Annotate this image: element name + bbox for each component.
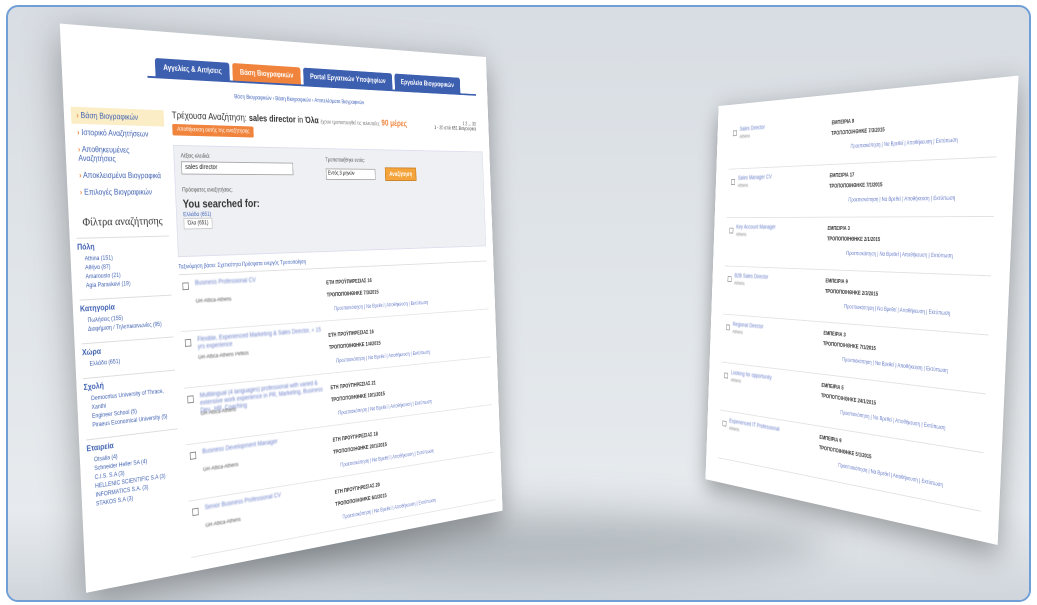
result-modified: ΤΡΟΠΟΠΟΙΗΘΗΚΕ 2/1/2015 [827,237,880,243]
result-location: Athens [739,134,750,140]
result-modified: ΤΡΟΠΟΠΟΙΗΘΗΚΕ 7/1/2015 [823,342,876,352]
pager: 1 2 ... 33 1 - 20 από 651 Βιογραφικά [434,121,476,132]
in-label: in [297,115,303,125]
result-checkbox[interactable] [726,324,730,330]
result-count: 1 - 20 από 651 Βιογραφικά [434,126,476,132]
result-checkbox[interactable] [182,282,189,290]
back-results-list: Sales Director Athens ΕΜΠΕΙΡΙΑ 9 ΤΡΟΠΟΠΟΙΗΘ… [718,97,999,511]
sidebar: › Βάση Βιογραφικών › Ιστορικό Αναζητήσεω… [71,107,181,511]
results-page-back: Sales Director Athens ΕΜΠΕΙΡΙΑ 9 ΤΡΟΠΟΠΟΙΗΘ… [705,76,1018,545]
keywords-input[interactable]: sales director [181,161,294,175]
result-title[interactable]: B2B Sales Director [734,273,768,280]
result-checkbox[interactable] [724,372,728,378]
result-years: ΕΜΠΕΙΡΙΑ 17 [829,173,854,179]
result-title[interactable]: Business Professional CV [195,274,320,287]
result-meta: ΕΤΗ ΠΡΟΫΠΗΡΕΣΙΑΣ 16 ΤΡΟΠΟΠΟΙΗΘΗΚΕ 7/3/201… [326,275,379,302]
result-title[interactable]: Flexible, Experienced Marketing & Sales … [197,327,322,352]
result-meta: ΕΤΗ ΠΡΟΫΠΗΡΕΣΙΑΣ 20 ΤΡΟΠΟΠΟΙΗΘΗΚΕ 6/1/201… [335,478,387,511]
result-title[interactable]: Sales Manager CV [738,174,772,181]
current-search-label: Τρέχουσα Αναζήτηση: [172,111,247,124]
screenshot-frame: Sales Director Athens ΕΜΠΕΙΡΙΑ 9 ΤΡΟΠΟΠΟΙΗΘ… [6,5,1031,602]
result-modified: ΤΡΟΠΟΠΟΙΗΘΗΚΕ 2/3/2015 [825,289,878,297]
filter-group-title[interactable]: Πόλη [77,236,170,252]
results-list: Business Professional CV GR-Attica-Athens… [179,261,496,557]
result-years: ΕΜΠΕΙΡΙΑ 3 [827,226,850,231]
sidebar-item-label: Επιλογές Βιογραφικών [84,188,152,197]
filter-group-title[interactable]: Κατηγορία [80,295,173,314]
filter-groups: Πόλη Athina (151) Αθήνα (87) Amarousio (21)… [77,236,181,511]
result-actions[interactable]: Προεπισκόπηση | Να Βρεθεί | Αποθήκευση |… [848,196,955,203]
result-checkbox[interactable] [731,179,735,185]
result-modified: ΤΡΟΠΟΠΟΙΗΘΗΚΕ 7/3/2015 [327,287,379,302]
filters-title: Φίλτρα αναζήτησης [76,214,169,230]
result-actions[interactable]: Προεπισκόπηση | Να Βρεθεί | Αποθήκευση |… [844,305,950,318]
result-location: GR-Attica-Athens [205,517,241,529]
result-location: GR-Attica-Athens [203,462,239,473]
result-meta: ΕΤΗ ΠΡΟΫΠΗΡΕΣΙΑΣ 16 ΤΡΟΠΟΠΟΙΗΘΗΚΕ 1/4/201… [328,326,381,355]
result-years: ΕΜΠΕΙΡΙΑ 9 [819,435,841,444]
result-actions[interactable]: Προεπισκόπηση | Να Βρεθεί | Αποθήκευση |… [334,301,428,312]
result-modified: ΤΡΟΠΟΠΟΙΗΘΗΚΕ 7/3/2015 [831,128,885,137]
result-location: GR-Attica-Athens Pefkos [198,351,249,361]
breadcrumb[interactable]: Βάση Βιογραφικών › Βάση Βιογραφικών › Απ… [234,95,364,106]
search-panel: Λέξεις κλειδιά: sales director Τροποποιή… [173,145,486,257]
count-tab-greece[interactable]: Ελλάδα (651) [183,209,480,219]
result-checkbox[interactable] [185,339,192,347]
result-checkbox[interactable] [729,228,733,234]
sidebar-item-label: Αποθηκευμένες Αναζητήσεις [78,145,129,163]
period-text: έχουν τροποποιηθεί τις τελευταίες [321,120,380,127]
result-location: GR-Attica-Athens [196,297,232,305]
result-checkbox[interactable] [728,276,732,282]
result-years: ΕΜΠΕΙΡΙΑ 9 [831,119,854,126]
result-checkbox[interactable] [187,395,194,403]
result-meta: ΕΤΗ ΠΡΟΫΠΗΡΕΣΙΑΣ 21 ΤΡΟΠΟΠΟΙΗΘΗΚΕ 19/1/20… [330,377,385,407]
result-years: ΕΜΠΕΙΡΙΑ 5 [821,383,843,391]
result-modified: ΤΡΟΠΟΠΟΙΗΘΗΚΕ 7/1/2015 [829,183,882,190]
result-title[interactable]: Sales Director [740,125,765,133]
result-years: ΕΜΠΕΙΡΙΑ 3 [823,331,845,338]
result-title[interactable]: Regional Director [733,322,764,330]
result-location: Athens [738,183,749,188]
result-checkbox[interactable] [722,420,726,426]
count-tab-all[interactable]: Όλα (651) [183,218,212,230]
result-actions[interactable]: Προεπισκόπηση | Να Βρεθεί | Αποθήκευση |… [846,251,953,259]
results-page-front: Αγγελίες & Αιτήσεις Βάση Βιογραφικών Por… [60,24,503,593]
result-title[interactable]: Key Account Manager [736,225,776,231]
result-actions[interactable]: Προεπισκόπηση | Να Βρεθεί | Αποθήκευση |… [840,410,946,431]
save-search-button[interactable]: Αποθήκευση αυτής της αναζήτησης [172,124,254,138]
search-button[interactable]: Αναζήτηση [385,167,417,181]
result-actions[interactable]: Προεπισκόπηση | Να Βρεθεί | Αποθήκευση |… [850,138,958,150]
result-checkbox[interactable] [192,508,199,517]
result-location: Athens [736,233,747,238]
result-location: Athens [734,281,745,286]
search-query: sales director [249,114,296,126]
sidebar-item-options[interactable]: › Επιλογές Βιογραφικών [74,184,167,201]
sidebar-item-blocked[interactable]: › Αποκλεισμένα Βιογραφικά [73,167,166,184]
result-meta: ΕΤΗ ΠΡΟΫΠΗΡΕΣΙΑΣ 18 ΤΡΟΠΟΠΟΙΗΘΗΚΕ 20/1/20… [332,427,387,459]
sidebar-item-label: Ιστορικό Αναζητήσεων [81,128,148,139]
main-tabs: Αγγελίες & Αιτήσεις Βάση Βιογραφικών Por… [155,58,460,93]
sidebar-item-label: Βάση Βιογραφικών [80,111,138,122]
result-modified: ΤΡΟΠΟΠΟΙΗΘΗΚΕ 24/1/2015 [821,394,876,407]
result-years: ΕΜΠΕΙΡΙΑ 9 [825,279,848,285]
sidebar-item-label: Αποκλεισμένα Βιογραφικά [83,171,161,180]
main-content: Τρέχουσα Αναζήτηση: sales director in Όλ… [172,111,496,558]
modified-label: Τροποποιήθηκε εντός: [325,158,365,164]
result-actions[interactable]: Προεπισκόπηση | Να Βρεθεί | Αποθήκευση |… [842,358,948,375]
sidebar-item-saved[interactable]: › Αποθηκευμένες Αναζητήσεις [72,141,166,168]
search-scope: Όλα [305,116,319,126]
result-location: Athens [731,378,742,384]
result-checkbox[interactable] [733,130,737,136]
result-location: Athens [732,330,743,336]
result-actions[interactable]: Προεπισκόπηση | Να Βρεθεί | Αποθήκευση |… [838,463,943,489]
result-checkbox[interactable] [190,452,197,460]
recent-label: Πρόσφατες αναζητήσεις: [182,188,479,194]
days-value: 90 μέρες [381,119,407,129]
sidebar-item-history[interactable]: › Ιστορικό Αναζητήσεων [71,124,165,143]
result-modified: ΤΡΟΠΟΠΟΙΗΘΗΚΕ 5/1/2015 [819,446,872,461]
modified-select[interactable]: Εντός 3 μηνών [326,168,376,180]
result-location: Athens [729,426,740,433]
